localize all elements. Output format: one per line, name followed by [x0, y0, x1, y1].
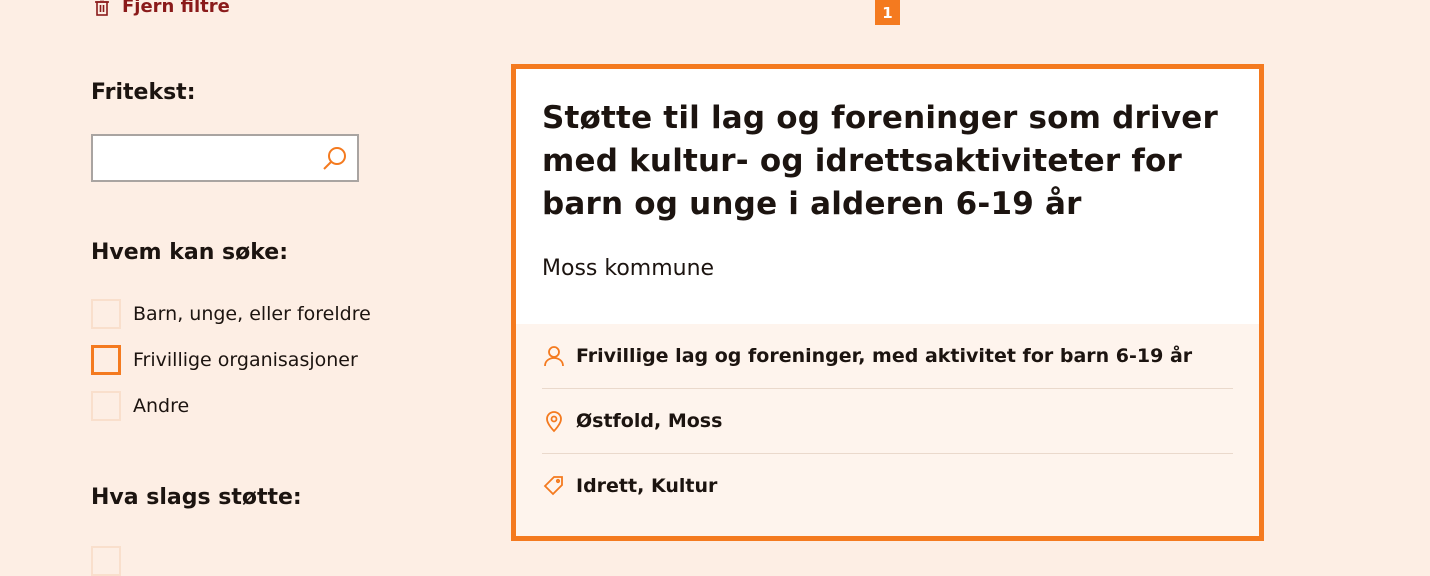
support-type-title: Hva slags støtte:: [91, 485, 302, 510]
search-icon[interactable]: [321, 145, 349, 173]
clear-filters-button[interactable]: Fjern filtre: [92, 0, 230, 17]
checkbox[interactable]: [91, 391, 121, 421]
trash-icon: [95, 0, 109, 16]
location-row: ØstfoldMoss: [542, 389, 1233, 454]
card-details: Frivillige lag og foreninger, med aktivi…: [516, 324, 1259, 536]
tag-item: Idrett: [576, 475, 638, 497]
page-number-badge[interactable]: 1: [875, 0, 900, 25]
location-pin-icon: [546, 411, 562, 433]
option-label: Frivillige organisasjoner: [133, 349, 358, 371]
person-icon: [544, 346, 564, 367]
option-label: Barn, unge, eller foreldre: [133, 303, 371, 325]
checkbox[interactable]: [91, 345, 121, 375]
who-can-apply-title: Hvem kan søke:: [91, 240, 289, 265]
option-children-youth-parents[interactable]: Barn, unge, eller foreldre: [91, 298, 371, 330]
search-box[interactable]: [91, 134, 359, 182]
location-item: Østfold: [576, 410, 654, 432]
card-organization: Moss kommune: [542, 256, 715, 281]
location-item: Moss: [654, 410, 722, 432]
search-input[interactable]: [93, 136, 333, 180]
tags-row: IdrettKultur: [542, 454, 1233, 518]
tag-item: Kultur: [637, 475, 717, 497]
option-label: Andre: [133, 395, 190, 417]
clear-filters-label: Fjern filtre: [122, 0, 230, 17]
freetext-title: Fritekst:: [91, 80, 196, 105]
option-voluntary-organizations[interactable]: Frivillige organisasjoner: [91, 344, 371, 376]
audience-row: Frivillige lag og foreninger, med aktivi…: [542, 324, 1233, 389]
checkbox[interactable]: [91, 546, 121, 576]
option-others[interactable]: Andre: [91, 390, 371, 422]
grant-result-card[interactable]: Støtte til lag og foreninger som driver …: [511, 64, 1264, 541]
card-title[interactable]: Støtte til lag og foreninger som driver …: [542, 97, 1233, 226]
checkbox[interactable]: [91, 299, 121, 329]
filter-sidebar: Fritekst: Hvem kan søke: Barn, unge, ell…: [91, 80, 411, 576]
tag-icon: [543, 476, 563, 496]
tag-list: IdrettKultur: [576, 475, 717, 497]
location-list: ØstfoldMoss: [576, 410, 722, 432]
who-can-apply-options: Barn, unge, eller foreldre Frivillige or…: [91, 298, 371, 436]
audience-text: Frivillige lag og foreninger, med aktivi…: [576, 345, 1193, 367]
card-header: Støtte til lag og foreninger som driver …: [516, 69, 1259, 319]
